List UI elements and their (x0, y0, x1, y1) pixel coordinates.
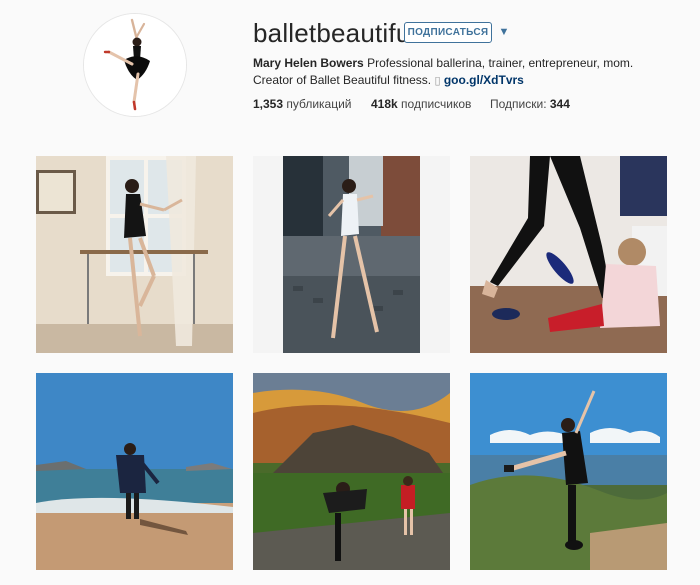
more-options-icon[interactable]: ▼ (497, 24, 511, 40)
posts-grid (36, 156, 668, 570)
post-image (36, 156, 233, 353)
followers-label: подписчиков (401, 97, 472, 111)
profile-full-name: Mary Helen Bowers (253, 56, 364, 70)
post-image (253, 373, 450, 570)
posts-count: 1,353 (253, 97, 284, 111)
profile-username: balletbeautiful (253, 18, 417, 48)
avatar-ballerina-image (84, 14, 186, 116)
profile-stats: 1,353 публикаций 418k подписчиков Подпис… (253, 97, 673, 113)
followers-stat[interactable]: 418k подписчиков (371, 97, 471, 111)
post-thumbnail[interactable] (36, 156, 233, 353)
profile-website-link[interactable]: goo.gl/XdTvrs (444, 73, 524, 87)
posts-stat: 1,353 публикаций (253, 97, 352, 111)
following-stat[interactable]: Подписки: 344 (490, 97, 570, 111)
post-thumbnail[interactable] (470, 373, 667, 570)
post-image (470, 373, 667, 570)
link-icon: ▯ (434, 75, 441, 87)
posts-label: публикаций (286, 97, 352, 111)
profile-avatar[interactable] (84, 14, 186, 116)
following-count: 344 (549, 97, 570, 111)
post-thumbnail[interactable] (253, 156, 450, 353)
post-thumbnail[interactable] (36, 373, 233, 570)
post-image (470, 156, 667, 353)
post-image (253, 156, 450, 353)
profile-bio: Mary Helen Bowers Professional ballerina… (253, 55, 673, 90)
follow-button[interactable]: ПОДПИСАТЬСЯ (404, 22, 492, 43)
post-thumbnail[interactable] (470, 156, 667, 353)
following-label: Подписки: (490, 97, 547, 111)
post-image (36, 373, 233, 570)
followers-count: 418k (371, 97, 398, 111)
post-thumbnail[interactable] (253, 373, 450, 570)
